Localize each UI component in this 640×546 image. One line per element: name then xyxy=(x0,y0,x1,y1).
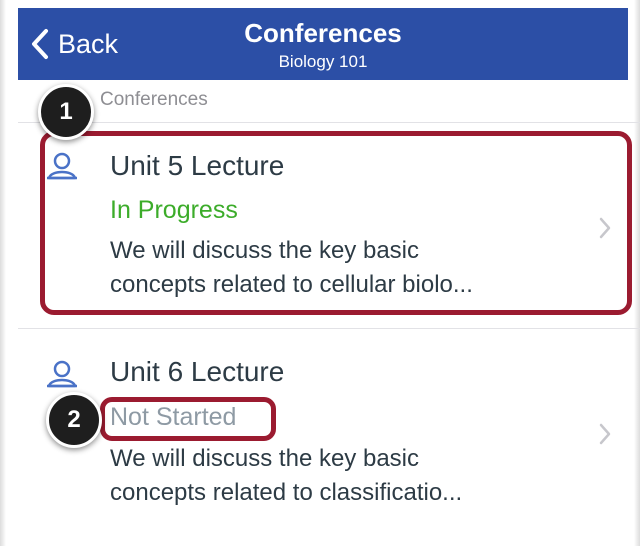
step-callout-1: 1 xyxy=(38,84,94,140)
highlight-box-status-2 xyxy=(100,397,276,441)
row-divider xyxy=(18,328,640,329)
description-line: concepts related to classificatio... xyxy=(110,479,463,506)
page-subtitle: Biology 101 xyxy=(278,52,368,71)
section-header: Conferences xyxy=(100,89,208,110)
step-callout-2: 2 xyxy=(46,392,102,448)
conference-user-icon xyxy=(47,360,77,388)
conference-title: Unit 6 Lecture xyxy=(110,356,285,387)
conference-description: We will discuss the key basic concepts r… xyxy=(110,442,580,510)
highlight-box-conference-1 xyxy=(40,131,632,315)
frame-edge-left xyxy=(0,0,6,546)
app-screen: Back Conferences Biology 101 Conferences… xyxy=(0,0,640,546)
chevron-right-icon xyxy=(599,423,611,445)
description-line: We will discuss the key basic xyxy=(110,445,419,472)
section-divider xyxy=(18,122,640,123)
page-title: Conferences xyxy=(244,18,402,48)
navigation-bar: Back Conferences Biology 101 xyxy=(18,8,628,80)
